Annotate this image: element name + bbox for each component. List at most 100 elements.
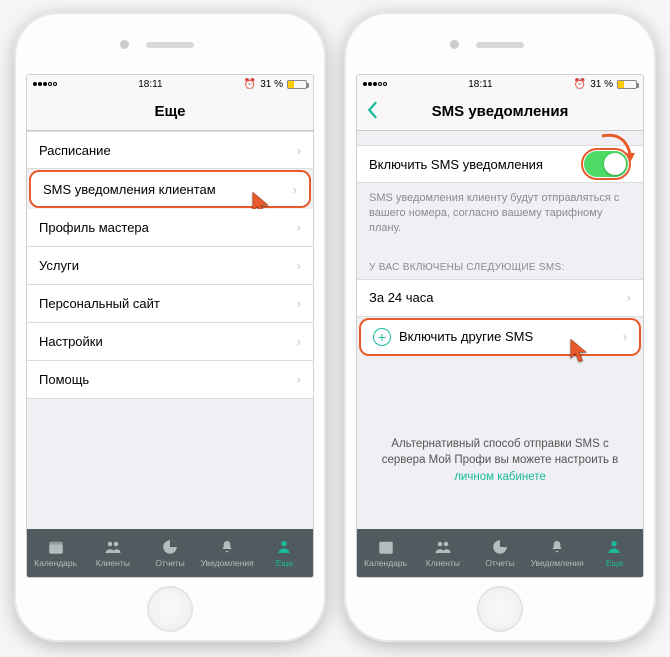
notifications-icon xyxy=(217,538,237,556)
menu-item-schedule[interactable]: Расписание › xyxy=(27,131,313,169)
chevron-right-icon: › xyxy=(297,220,301,235)
tab-bar: Календарь Клиенты Отчеты Уведомления Еще xyxy=(357,529,643,577)
annotation-arrow-icon xyxy=(597,131,637,171)
sms-settings-content: Включить SMS уведомления SMS уведомления… xyxy=(357,131,643,529)
alternative-note: Альтернативный способ отправки SMS с сер… xyxy=(357,416,643,506)
tab-label: Календарь xyxy=(364,558,407,568)
tab-more[interactable]: Еще xyxy=(256,529,313,577)
calendar-icon xyxy=(46,538,66,556)
page-title: SMS уведомления xyxy=(432,103,569,120)
notifications-icon xyxy=(547,538,567,556)
status-right: ⏰ 31 % xyxy=(244,79,307,90)
tab-label: Уведомления xyxy=(201,558,254,568)
tab-label: Еще xyxy=(606,558,623,568)
screen-right: 18:11 ⏰ 31 % SMS уведомления Включить SM… xyxy=(356,74,644,578)
status-bar: 18:11 ⏰ 31 % xyxy=(27,75,313,93)
menu-item-label: Расписание xyxy=(39,143,111,158)
chevron-right-icon: › xyxy=(623,329,627,344)
menu-item-label: Настройки xyxy=(39,334,103,349)
active-sms-header: У ВАС ВКЛЮЧЕНЫ СЛЕДУЮЩИЕ SMS: xyxy=(357,248,643,279)
nav-header: Еще xyxy=(27,93,313,131)
phone-right: 18:11 ⏰ 31 % SMS уведомления Включить SM… xyxy=(344,12,656,642)
camera-dot xyxy=(450,40,459,49)
reports-icon xyxy=(160,538,180,556)
chevron-right-icon: › xyxy=(627,290,631,305)
tab-calendar[interactable]: Календарь xyxy=(27,529,84,577)
menu-item-services[interactable]: Услуги › xyxy=(27,247,313,285)
screen-left: 18:11 ⏰ 31 % Еще Расписание › SMS уведом… xyxy=(26,74,314,578)
nav-header: SMS уведомления xyxy=(357,93,643,131)
menu-item-label: Услуги xyxy=(39,258,79,273)
tab-notifications[interactable]: Уведомления xyxy=(529,529,586,577)
status-time: 18:11 xyxy=(468,79,492,90)
menu-list: Расписание › SMS уведомления клиентам › … xyxy=(27,131,313,529)
tab-reports[interactable]: Отчеты xyxy=(141,529,198,577)
tab-clients[interactable]: Клиенты xyxy=(414,529,471,577)
personal-cabinet-link[interactable]: личном кабинете xyxy=(454,471,546,483)
battery-percent: 31 % xyxy=(590,79,613,90)
signal-dots xyxy=(33,82,57,86)
tab-label: Еще xyxy=(276,558,293,568)
home-button[interactable] xyxy=(477,586,523,632)
toggle-label: Включить SMS уведомления xyxy=(369,157,543,172)
menu-item-label: Помощь xyxy=(39,372,89,387)
menu-item-master-profile[interactable]: Профиль мастера › xyxy=(27,209,313,247)
sms-note: SMS уведомления клиенту будут отправлять… xyxy=(357,183,643,248)
status-left xyxy=(363,82,387,86)
menu-item-personal-site[interactable]: Персональный сайт › xyxy=(27,285,313,323)
status-time: 18:11 xyxy=(138,79,162,90)
chevron-right-icon: › xyxy=(293,182,297,197)
tab-label: Уведомления xyxy=(531,558,584,568)
more-icon xyxy=(274,538,294,556)
signal-dots xyxy=(363,82,387,86)
menu-item-label: SMS уведомления клиентам xyxy=(43,182,216,197)
chevron-right-icon: › xyxy=(297,258,301,273)
tab-label: Отчеты xyxy=(485,558,514,568)
speaker-slot xyxy=(146,42,194,48)
tab-notifications[interactable]: Уведомления xyxy=(199,529,256,577)
chevron-right-icon: › xyxy=(297,143,301,158)
phone-left: 18:11 ⏰ 31 % Еще Расписание › SMS уведом… xyxy=(14,12,326,642)
speaker-slot xyxy=(476,42,524,48)
sms-timing-row[interactable]: За 24 часа › xyxy=(357,279,643,317)
alarm-icon: ⏰ xyxy=(244,79,256,90)
calendar-icon xyxy=(376,538,396,556)
page-title: Еще xyxy=(154,103,185,120)
tab-reports[interactable]: Отчеты xyxy=(471,529,528,577)
add-other-sms-row[interactable]: + Включить другие SMS › xyxy=(359,318,641,356)
chevron-right-icon: › xyxy=(297,372,301,387)
menu-item-label: Персональный сайт xyxy=(39,296,160,311)
clients-icon xyxy=(433,538,453,556)
alarm-icon: ⏰ xyxy=(574,79,586,90)
alt-note-text: Альтернативный способ отправки SMS с сер… xyxy=(382,438,619,467)
menu-item-label: Профиль мастера xyxy=(39,220,149,235)
tab-clients[interactable]: Клиенты xyxy=(84,529,141,577)
tab-more[interactable]: Еще xyxy=(586,529,643,577)
tab-bar: Календарь Клиенты Отчеты Уведомления Еще xyxy=(27,529,313,577)
add-other-sms-label: Включить другие SMS xyxy=(399,329,533,344)
sms-timing-label: За 24 часа xyxy=(369,290,434,305)
status-left xyxy=(33,82,57,86)
back-button[interactable] xyxy=(365,101,379,123)
pointer-cursor-icon xyxy=(565,337,593,365)
menu-item-help[interactable]: Помощь › xyxy=(27,361,313,399)
chevron-right-icon: › xyxy=(297,296,301,311)
tab-label: Клиенты xyxy=(426,558,460,568)
home-button[interactable] xyxy=(147,586,193,632)
status-right: ⏰ 31 % xyxy=(574,79,637,90)
tab-label: Календарь xyxy=(34,558,77,568)
battery-icon xyxy=(617,80,637,89)
plus-circle-icon: + xyxy=(373,328,391,346)
more-icon xyxy=(604,538,624,556)
clients-icon xyxy=(103,538,123,556)
menu-item-settings[interactable]: Настройки › xyxy=(27,323,313,361)
battery-icon xyxy=(287,80,307,89)
tab-label: Отчеты xyxy=(155,558,184,568)
chevron-right-icon: › xyxy=(297,334,301,349)
tab-label: Клиенты xyxy=(96,558,130,568)
reports-icon xyxy=(490,538,510,556)
status-bar: 18:11 ⏰ 31 % xyxy=(357,75,643,93)
menu-item-sms-notifications[interactable]: SMS уведомления клиентам › xyxy=(29,170,311,208)
camera-dot xyxy=(120,40,129,49)
tab-calendar[interactable]: Календарь xyxy=(357,529,414,577)
